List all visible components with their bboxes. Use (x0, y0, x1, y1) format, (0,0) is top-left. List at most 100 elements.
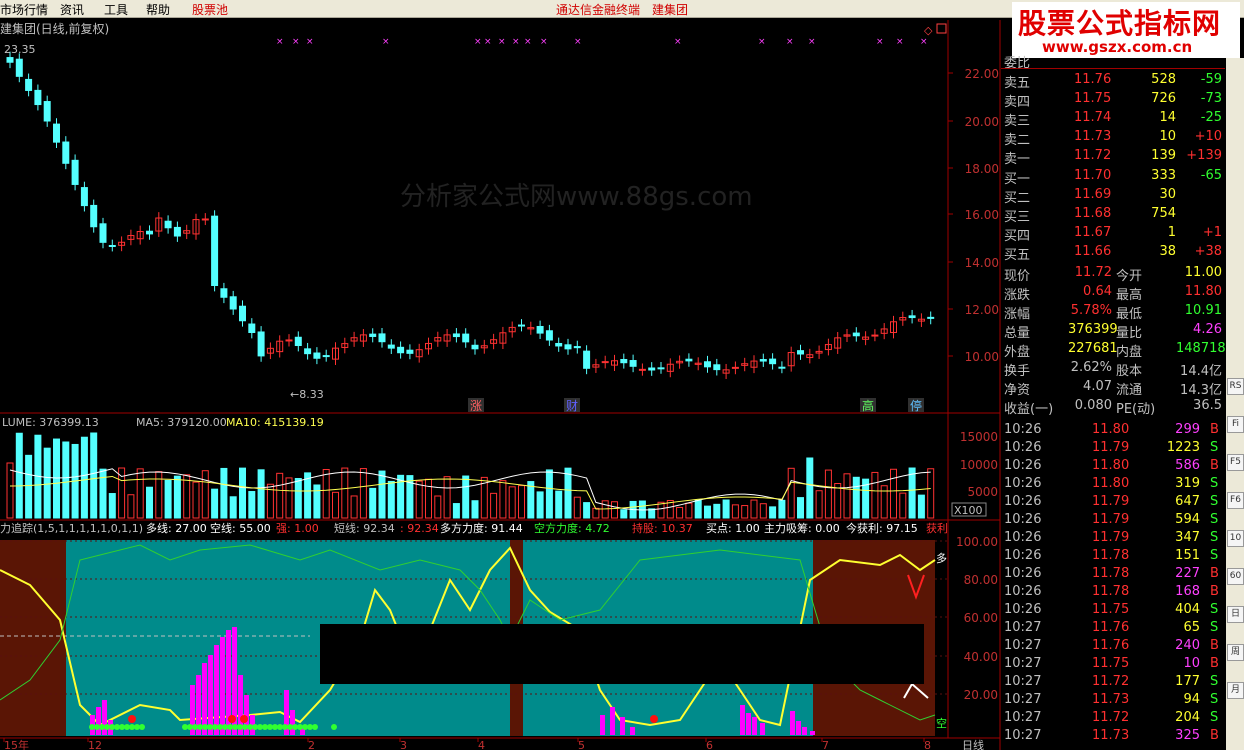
ask-volume: 726 (1151, 91, 1176, 106)
tick-side: B (1210, 728, 1219, 743)
volume-bar (183, 474, 191, 519)
volume-bar (15, 432, 23, 519)
volume-bar (583, 502, 591, 519)
toolbar-button[interactable]: 日 (1227, 606, 1244, 623)
indicator-main-bar (600, 715, 605, 735)
price-marker-label: 财 (566, 399, 578, 413)
tick-price: 11.76 (1092, 638, 1130, 653)
volume-bar (852, 476, 860, 519)
volume-bar (99, 468, 107, 519)
volume-bar (620, 509, 628, 519)
bid-price: 11.66 (1074, 244, 1112, 259)
bid-volume: 754 (1151, 206, 1176, 221)
tick-price: 11.72 (1092, 674, 1130, 689)
date-tick-label: 12 (88, 739, 102, 750)
volume-bar (685, 502, 693, 519)
ask-change: +139 (1186, 148, 1222, 163)
candle-body (239, 305, 246, 322)
volume-bar (499, 480, 507, 519)
tick-price: 11.72 (1092, 710, 1130, 725)
volume-bar (713, 503, 721, 519)
ask-volume: 14 (1159, 110, 1176, 125)
candle-body (629, 360, 637, 367)
volume-bar (25, 454, 33, 519)
volume-bar (657, 501, 665, 519)
volume-bar (778, 499, 786, 519)
indicator-main-bar (790, 711, 795, 735)
stat-value: 0.080 (1074, 398, 1112, 413)
indicator-main-bar (802, 727, 807, 735)
stat-value: 0.64 (1083, 284, 1112, 299)
volume-bar (462, 475, 470, 519)
tick-volume: 151 (1175, 548, 1200, 563)
stat-value: 4.07 (1083, 379, 1112, 394)
bid-label: 买三 (1004, 210, 1031, 225)
toolbar-button[interactable]: Fi (1227, 416, 1244, 433)
indicator-main-bar (214, 645, 219, 735)
volume-bar (294, 478, 302, 519)
ask-volume: 10 (1159, 129, 1176, 144)
candle-body (53, 123, 60, 143)
volume-bar (843, 473, 851, 519)
stock-chart[interactable]: 分析家公式网www.88gs.com22.0020.0018.0016.0014… (0, 0, 1244, 750)
tick-volume: 65 (1183, 620, 1200, 635)
buy-point (240, 715, 248, 723)
volume-bar (53, 438, 60, 519)
toolbar-button[interactable]: 60 (1227, 568, 1244, 585)
tick-price: 11.76 (1092, 620, 1130, 635)
stat-label: 今开 (1116, 269, 1143, 284)
ask-change: -25 (1200, 110, 1222, 125)
tick-time: 10:26 (1004, 476, 1042, 491)
candle-body (99, 223, 107, 243)
candle-body (229, 296, 237, 310)
tick-time: 10:26 (1004, 440, 1042, 455)
volume-bar (871, 471, 879, 519)
tick-volume: 299 (1175, 422, 1200, 437)
signal-mark: × (896, 37, 904, 47)
signal-mark: × (474, 37, 482, 47)
price-tick-label: 10.00 (965, 350, 999, 364)
tick-side: B (1210, 656, 1219, 671)
signal-mark: × (484, 37, 492, 47)
candle-body (25, 78, 33, 91)
volume-bar (118, 467, 126, 519)
tick-time: 10:26 (1004, 494, 1042, 509)
toolbar-button[interactable]: RS (1227, 378, 1244, 395)
indicator-main-bar (610, 707, 615, 735)
tick-price: 11.80 (1092, 476, 1130, 491)
tick-volume: 586 (1175, 458, 1200, 473)
ask-label: 卖五 (1004, 76, 1031, 91)
tick-price: 11.79 (1092, 440, 1130, 455)
toolbar-button[interactable]: 周 (1227, 644, 1244, 661)
price-tick-label: 16.00 (965, 208, 999, 222)
candle-body (387, 344, 395, 349)
toolbar-button[interactable]: F5 (1227, 454, 1244, 471)
tick-time: 10:26 (1004, 530, 1042, 545)
volume-tick-label: 15000 (960, 430, 998, 444)
stat-value: 5.78% (1070, 303, 1112, 318)
volume-header-ma5: MA5: 379120.00 (136, 416, 227, 429)
signal-mark: × (540, 37, 548, 47)
buy-point (228, 715, 236, 723)
volume-bar (694, 499, 702, 519)
volume-bar (471, 500, 479, 519)
ask-label: 卖二 (1004, 133, 1031, 148)
tick-time: 10:26 (1004, 566, 1042, 581)
tick-side: B (1210, 422, 1219, 437)
indicator-tick-label: 20.00 (964, 688, 998, 702)
tick-volume: 319 (1175, 476, 1200, 491)
signal-mark: × (306, 37, 314, 47)
toolbar-button[interactable]: 月 (1227, 682, 1244, 699)
candle-body (601, 361, 609, 364)
candle-body (452, 333, 460, 338)
toolbar-button[interactable]: F6 (1227, 492, 1244, 509)
ask-label: 卖一 (1004, 152, 1031, 167)
tick-time: 10:26 (1004, 512, 1042, 527)
bid-change: +38 (1194, 244, 1222, 259)
tick-price: 11.80 (1092, 422, 1130, 437)
stat-value: 148718 (1176, 341, 1226, 356)
toolbar-button[interactable]: 10 (1227, 530, 1244, 547)
ask-label: 卖三 (1004, 114, 1031, 129)
ask-price: 11.76 (1074, 72, 1112, 87)
quote-divider (1001, 68, 1225, 69)
